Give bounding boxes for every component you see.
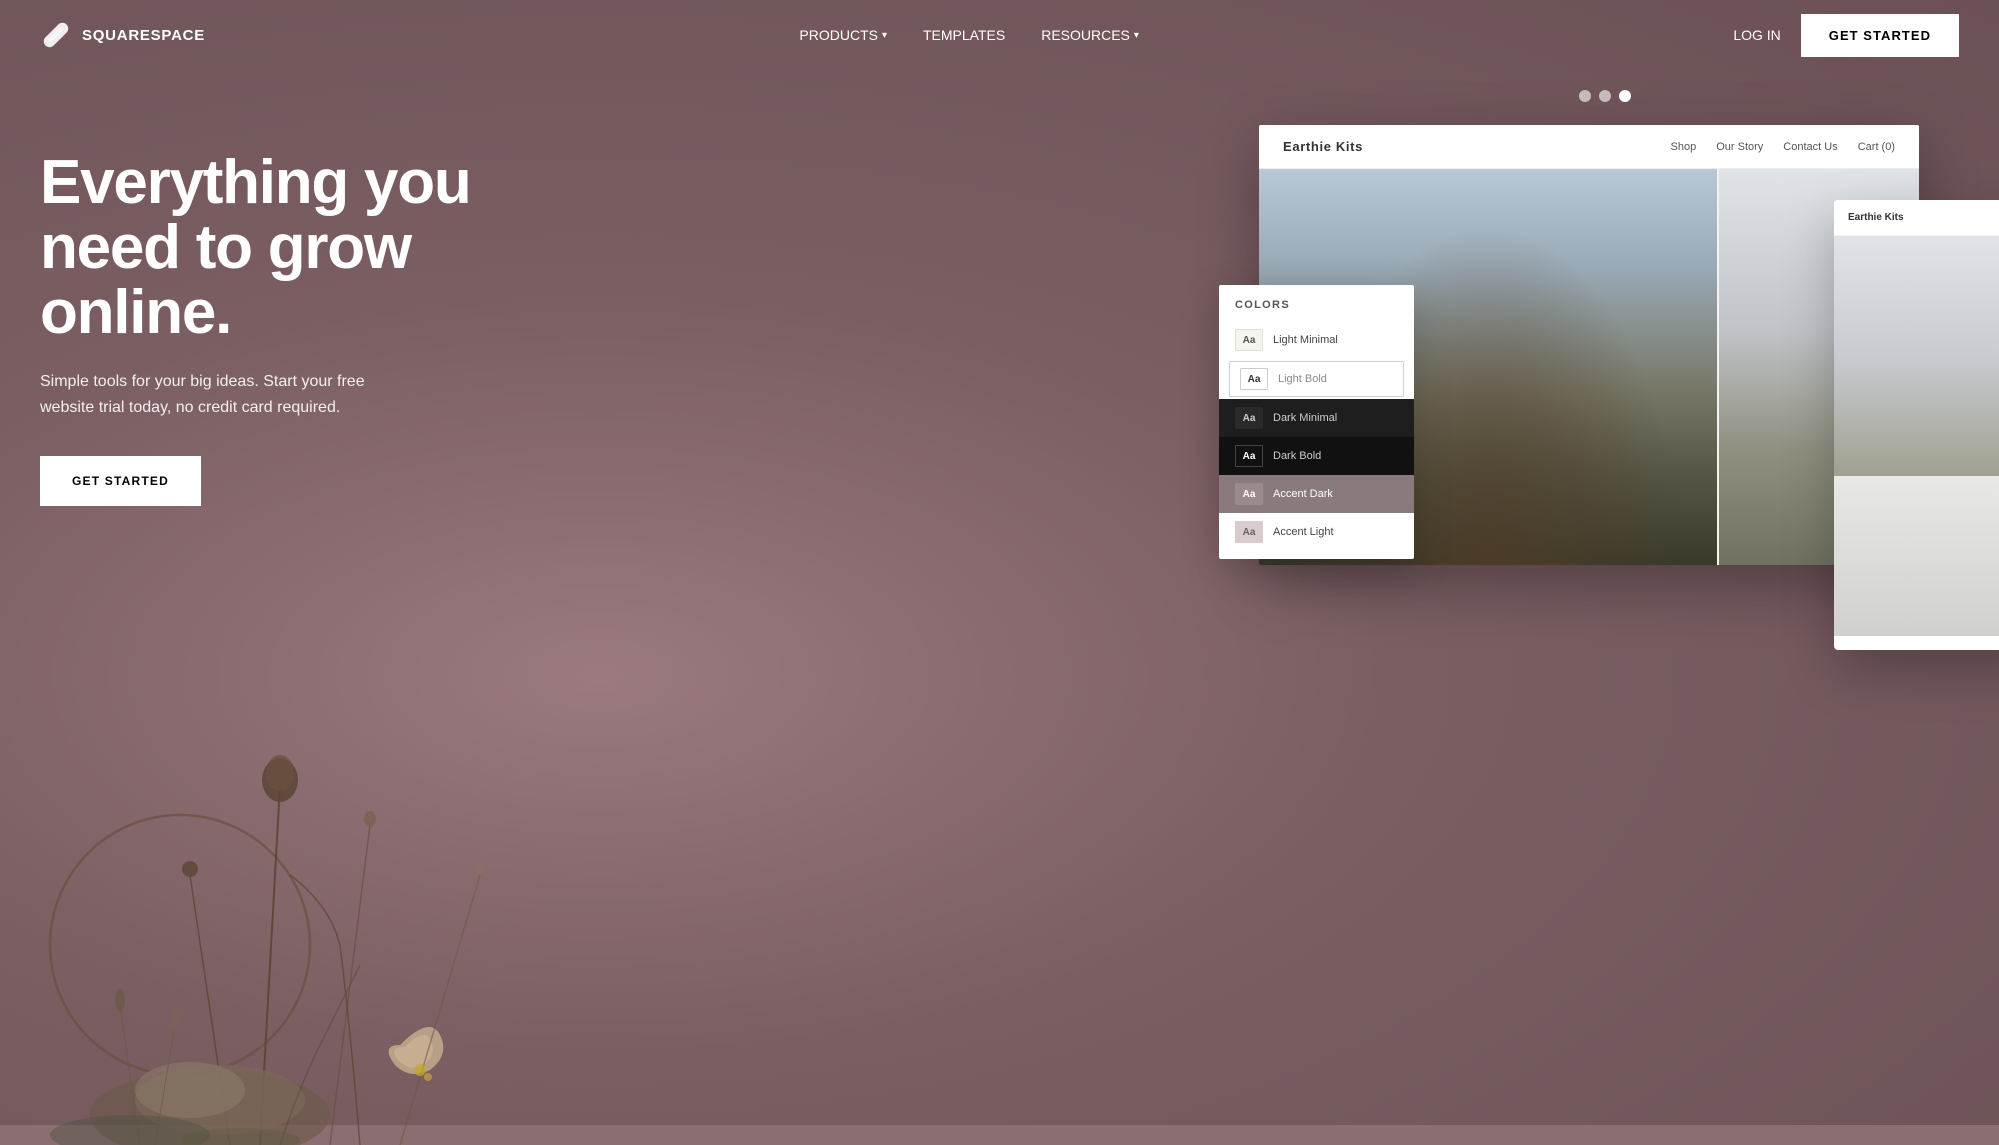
color-label-light-bold: Light Bold — [1278, 373, 1327, 385]
site-preview-brand: Earthie Kits — [1283, 139, 1363, 154]
dot-1 — [1579, 90, 1591, 102]
color-label-light-minimal: Light Minimal — [1273, 334, 1338, 346]
window-dots — [1579, 90, 1631, 102]
color-option-dark-bold[interactable]: Aa Dark Bold — [1219, 437, 1414, 475]
nav-right: LOG IN GET STARTED — [1733, 14, 1959, 57]
nav-products[interactable]: PRODUCTS ▾ — [799, 27, 887, 43]
color-option-dark-minimal[interactable]: Aa Dark Minimal — [1219, 399, 1414, 437]
colors-panel-header: COLORS — [1219, 285, 1414, 321]
dot-2 — [1599, 90, 1611, 102]
color-label-dark-bold: Dark Bold — [1273, 450, 1321, 462]
site-preview-nav: Earthie Kits Shop Our Story Contact Us C… — [1259, 125, 1919, 169]
mobile-preview: Earthie Kits — [1834, 200, 1999, 650]
site-nav-story: Our Story — [1716, 141, 1763, 153]
nav-templates[interactable]: TEMPLATES — [923, 27, 1005, 43]
products-chevron-icon: ▾ — [882, 30, 887, 41]
nav-resources[interactable]: RESOURCES ▾ — [1041, 27, 1139, 43]
logo-link[interactable]: SQUARESPACE — [40, 19, 205, 51]
site-nav-contact: Contact Us — [1783, 141, 1837, 153]
hero-headline: Everything you need to grow online. — [40, 150, 560, 345]
color-option-accent-dark[interactable]: Aa Accent Dark — [1219, 475, 1414, 513]
color-option-accent-light[interactable]: Aa Accent Light — [1219, 513, 1414, 551]
color-swatch-light-minimal: Aa — [1235, 329, 1263, 351]
color-label-dark-minimal: Dark Minimal — [1273, 412, 1337, 424]
botanical-svg — [0, 525, 680, 1145]
colors-panel: COLORS Aa Light Minimal Aa Light Bold Aa… — [1219, 285, 1414, 559]
dot-3 — [1619, 90, 1631, 102]
login-link[interactable]: LOG IN — [1733, 27, 1780, 43]
hero-section: Everything you need to grow online. Simp… — [0, 70, 1999, 1125]
hero-get-started-button[interactable]: GET STARTED — [40, 456, 201, 506]
color-swatch-dark-bold: Aa — [1235, 445, 1263, 467]
logo-text: SQUARESPACE — [82, 27, 205, 44]
nav-center: PRODUCTS ▾ TEMPLATES RESOURCES ▾ — [799, 27, 1139, 43]
hero-text-block: Everything you need to grow online. Simp… — [40, 130, 560, 506]
color-swatch-accent-dark: Aa — [1235, 483, 1263, 505]
site-nav-cart: Cart (0) — [1858, 141, 1895, 153]
nav-get-started-button[interactable]: GET STARTED — [1801, 14, 1959, 57]
mobile-preview-nav: Earthie Kits — [1834, 200, 1999, 236]
demo-ui-area: Earthie Kits Shop Our Story Contact Us C… — [1219, 70, 1999, 1125]
color-option-light-minimal[interactable]: Aa Light Minimal — [1219, 321, 1414, 359]
squarespace-logo-icon — [40, 19, 72, 51]
site-nav-shop: Shop — [1671, 141, 1697, 153]
color-swatch-dark-minimal: Aa — [1235, 407, 1263, 429]
color-label-accent-dark: Accent Dark — [1273, 488, 1333, 500]
color-label-accent-light: Accent Light — [1273, 526, 1334, 538]
color-swatch-accent-light: Aa — [1235, 521, 1263, 543]
botanical-plants-overlay — [0, 525, 700, 1125]
color-option-light-bold[interactable]: Aa Light Bold — [1229, 361, 1404, 397]
navigation: SQUARESPACE PRODUCTS ▾ TEMPLATES RESOURC… — [0, 0, 1999, 70]
mobile-preview-image-top — [1834, 236, 1999, 476]
mobile-preview-image-bottom — [1834, 476, 1999, 636]
mobile-preview-brand: Earthie Kits — [1848, 212, 1904, 223]
resources-chevron-icon: ▾ — [1134, 30, 1139, 41]
hero-subtext: Simple tools for your big ideas. Start y… — [40, 369, 420, 420]
color-swatch-light-bold: Aa — [1240, 368, 1268, 390]
site-preview-nav-links: Shop Our Story Contact Us Cart (0) — [1671, 141, 1895, 153]
